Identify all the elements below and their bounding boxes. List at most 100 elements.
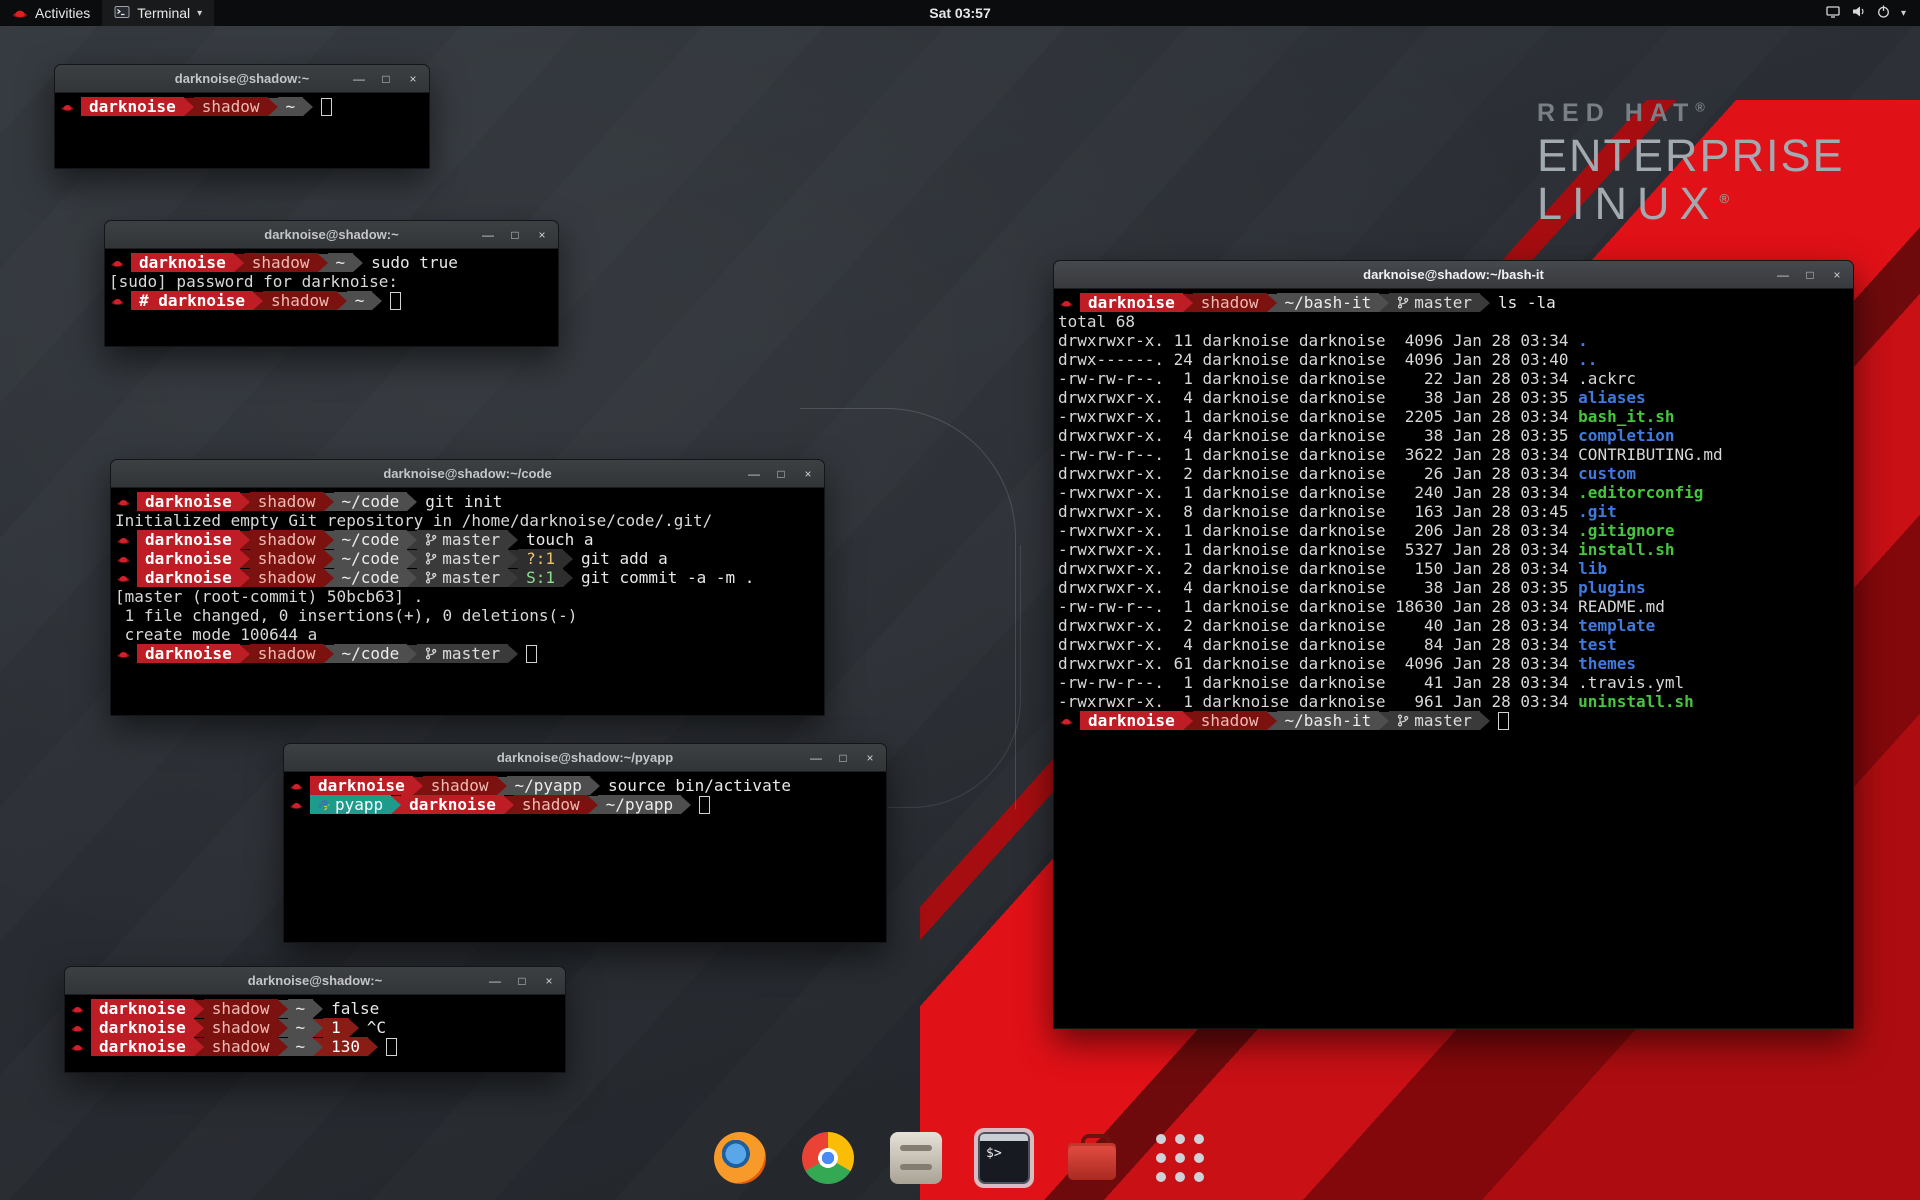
terminal-line: darknoiseshadow~/bash-itmasterls -la	[1058, 293, 1850, 312]
command-text: touch a	[526, 530, 593, 549]
prompt-user-segment: darknoise	[137, 568, 240, 587]
dir-name: lib	[1578, 559, 1607, 578]
close-button[interactable]: ×	[540, 974, 558, 988]
terminal-line: -rwxrwxr-x. 1 darknoise darknoise 240 Ja…	[1058, 483, 1850, 502]
terminal-window-home-2[interactable]: darknoise@shadow:~ — □ × darknoiseshadow…	[64, 966, 566, 1073]
titlebar[interactable]: darknoise@shadow:~/code — □ ×	[111, 460, 824, 488]
titlebar[interactable]: darknoise@shadow:~/pyapp — □ ×	[284, 744, 886, 772]
activities-label: Activities	[35, 5, 90, 21]
app-menu-button[interactable]: Terminal ▾	[102, 0, 214, 26]
chevron-down-icon: ▾	[197, 8, 202, 19]
app-grid-icon	[1156, 1134, 1204, 1182]
prompt-user-segment: darknoise	[137, 492, 240, 511]
minimize-button[interactable]: —	[350, 72, 368, 86]
output-text: -rw-rw-r--. 1 darknoise darknoise 41 Jan…	[1058, 673, 1578, 692]
prompt-path-segment: ~	[328, 253, 354, 272]
files-icon	[890, 1132, 942, 1184]
output-text: create mode 100644 a	[115, 625, 317, 644]
powerline-separator-icon	[1480, 712, 1490, 730]
prompt-exitcode-segment: 130	[323, 1037, 368, 1056]
minimize-button[interactable]: —	[479, 228, 497, 242]
terminal-content[interactable]: darknoiseshadow~/bash-itmasterls -latota…	[1054, 289, 1853, 1028]
dock-item-files[interactable]	[886, 1128, 946, 1188]
prompt-user-segment: darknoise	[1080, 711, 1183, 730]
powerline-separator-icon	[278, 1000, 288, 1018]
command-text: git add a	[581, 549, 668, 568]
power-icon	[1876, 4, 1891, 22]
dir-name: plugins	[1578, 578, 1645, 597]
dock-item-chrome[interactable]	[798, 1128, 858, 1188]
dock-item-firefox[interactable]	[710, 1128, 770, 1188]
terminal-window-code[interactable]: darknoise@shadow:~/code — □ × darknoises…	[110, 459, 825, 716]
powerline-separator-icon	[324, 531, 334, 549]
maximize-button[interactable]: □	[513, 974, 531, 988]
prompt-host-segment: shadow	[514, 795, 588, 814]
dock-item-show-applications[interactable]	[1150, 1128, 1210, 1188]
terminal-cursor	[526, 645, 537, 663]
titlebar[interactable]: darknoise@shadow:~/bash-it — □ ×	[1054, 261, 1853, 289]
app-menu-label: Terminal	[137, 5, 190, 21]
powerline-separator-icon	[303, 98, 313, 116]
terminal-line: -rwxrwxr-x. 1 darknoise darknoise 206 Ja…	[1058, 521, 1850, 540]
prompt-venv-segment: pyapp	[310, 795, 391, 814]
close-button[interactable]: ×	[1828, 268, 1846, 282]
dock-item-toolbox[interactable]	[1062, 1128, 1122, 1188]
terminal-line: darknoiseshadow~1^C	[69, 1018, 562, 1037]
clock[interactable]: Sat 03:57	[0, 5, 1920, 21]
prompt-host-segment: shadow	[250, 492, 324, 511]
prompt-path-segment: ~/code	[334, 549, 408, 568]
minimize-button[interactable]: —	[1774, 268, 1792, 282]
brand-enterprise: ENTERPRISE	[1537, 132, 1845, 179]
redhat-prompt-icon	[1060, 716, 1073, 725]
maximize-button[interactable]: □	[834, 751, 852, 765]
powerline-separator-icon	[1183, 712, 1193, 730]
terminal-line: drwxrwxr-x. 2 darknoise darknoise 150 Ja…	[1058, 559, 1850, 578]
terminal-line: darknoiseshadow~sudo true	[109, 253, 555, 272]
terminal-content[interactable]: darknoiseshadow~/codegit initInitialized…	[111, 488, 824, 715]
terminal-window-bash-it[interactable]: darknoise@shadow:~/bash-it — □ × darknoi…	[1053, 260, 1854, 1029]
maximize-button[interactable]: □	[377, 72, 395, 86]
output-text: [sudo] password for darknoise:	[109, 272, 408, 291]
close-button[interactable]: ×	[533, 228, 551, 242]
terminal-content[interactable]: darknoiseshadow~falsedarknoiseshadow~1^C…	[65, 995, 565, 1072]
minimize-button[interactable]: —	[807, 751, 825, 765]
dock-item-terminal[interactable]: $>	[974, 1128, 1034, 1188]
output-text: -rw-rw-r--. 1 darknoise darknoise 3622 J…	[1058, 445, 1578, 464]
terminal-window-sudo[interactable]: darknoise@shadow:~ — □ × darknoiseshadow…	[104, 220, 559, 347]
powerline-separator-icon	[563, 550, 573, 568]
command-text: ^C	[367, 1018, 386, 1037]
prompt-host-segment: shadow	[250, 644, 324, 663]
terminal-content[interactable]: darknoiseshadow~	[55, 93, 429, 168]
minimize-button[interactable]: —	[486, 974, 504, 988]
close-button[interactable]: ×	[799, 467, 817, 481]
titlebar[interactable]: darknoise@shadow:~ — □ ×	[55, 65, 429, 93]
titlebar[interactable]: darknoise@shadow:~ — □ ×	[105, 221, 558, 249]
close-button[interactable]: ×	[404, 72, 422, 86]
prompt-user-segment: darknoise	[310, 776, 413, 795]
maximize-button[interactable]: □	[772, 467, 790, 481]
terminal-window-home-1[interactable]: darknoise@shadow:~ — □ × darknoiseshadow…	[54, 64, 430, 169]
minimize-button[interactable]: —	[745, 467, 763, 481]
maximize-button[interactable]: □	[1801, 268, 1819, 282]
terminal-line: # darknoiseshadow~	[109, 291, 555, 310]
prompt-path-segment: ~/bash-it	[1277, 711, 1380, 730]
maximize-button[interactable]: □	[506, 228, 524, 242]
terminal-line: darknoiseshadow~	[59, 97, 426, 116]
powerline-separator-icon	[588, 796, 598, 814]
output-text: drwxrwxr-x. 4 darknoise darknoise 38 Jan…	[1058, 578, 1578, 597]
terminal-content[interactable]: darknoiseshadow~sudo true[sudo] password…	[105, 249, 558, 346]
prompt-path-segment: ~	[288, 1018, 314, 1037]
terminal-line: darknoiseshadow~/codemaster	[115, 644, 821, 663]
terminal-content[interactable]: darknoiseshadow~/pyappsource bin/activat…	[284, 772, 886, 942]
activities-button[interactable]: Activities	[0, 0, 102, 26]
powerline-separator-icon	[349, 1019, 359, 1037]
system-status-area[interactable]: ▾	[1817, 0, 1914, 26]
output-text: 1 file changed, 0 insertions(+), 0 delet…	[115, 606, 577, 625]
titlebar[interactable]: darknoise@shadow:~ — □ ×	[65, 967, 565, 995]
terminal-window-pyapp[interactable]: darknoise@shadow:~/pyapp — □ × darknoise…	[283, 743, 887, 943]
powerline-separator-icon	[324, 645, 334, 663]
close-button[interactable]: ×	[861, 751, 879, 765]
terminal-line: darknoiseshadow~false	[69, 999, 562, 1018]
terminal-line: drwxrwxr-x. 2 darknoise darknoise 40 Jan…	[1058, 616, 1850, 635]
terminal-cursor	[386, 1038, 397, 1056]
